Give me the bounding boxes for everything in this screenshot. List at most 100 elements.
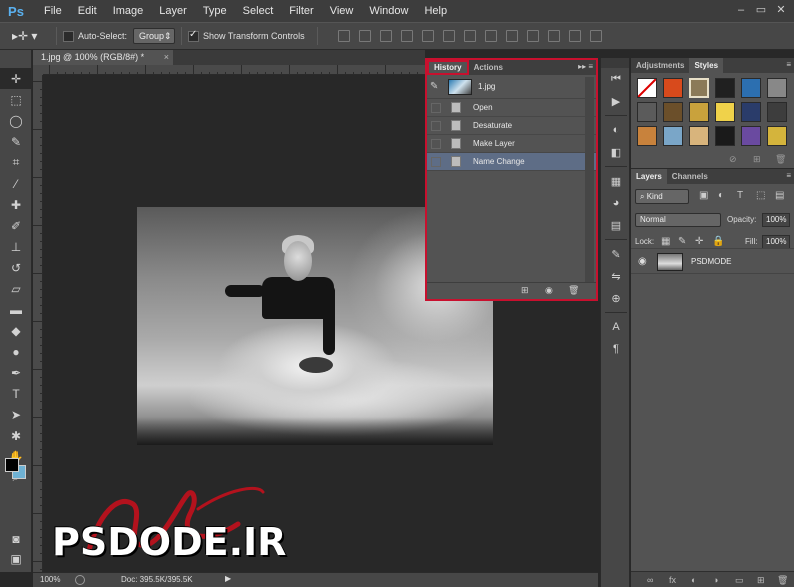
new-group-icon[interactable]: ▭ (735, 575, 744, 586)
distribute-vcenter-icon[interactable] (484, 30, 497, 42)
adjustments-panel-icon[interactable]: ◐ (601, 119, 631, 141)
panel-menu-icon[interactable]: ≡ (786, 60, 791, 69)
foreground-color-swatch[interactable] (5, 458, 19, 472)
blend-mode-dropdown[interactable]: Normal (635, 213, 721, 227)
style-swatch[interactable] (741, 78, 761, 98)
layer-comps-icon[interactable]: ▤ (601, 214, 631, 236)
menu-edit[interactable]: Edit (70, 0, 105, 22)
menu-layer[interactable]: Layer (151, 0, 195, 22)
style-swatch[interactable] (689, 102, 709, 122)
auto-select-checkbox[interactable] (63, 30, 74, 42)
layer-name[interactable]: PSDMODE (691, 257, 731, 266)
brush-presets-icon[interactable]: ✎ (601, 243, 631, 265)
layer-style-icon[interactable]: fx (669, 575, 676, 585)
history-source-checkbox[interactable] (431, 138, 441, 149)
horizontal-ruler[interactable] (43, 65, 425, 75)
distribute-hcenter-icon[interactable] (547, 30, 560, 42)
style-swatch[interactable] (715, 126, 735, 146)
align-bottom-icon[interactable] (379, 30, 392, 42)
menu-window[interactable]: Window (361, 0, 416, 22)
vertical-ruler[interactable] (33, 75, 43, 572)
auto-select-target-dropdown[interactable]: Group ⇕ (133, 28, 176, 44)
status-menu-arrow-icon[interactable]: ▶ (225, 574, 231, 583)
document-tab[interactable]: 1.jpg @ 100% (RGB/8#) * × (33, 50, 173, 65)
history-scrollbar[interactable] (585, 77, 594, 282)
tab-adjustments[interactable]: Adjustments (631, 58, 689, 73)
history-panel-icon[interactable]: ⏮ (601, 68, 631, 90)
style-swatch[interactable] (767, 102, 787, 122)
menu-help[interactable]: Help (416, 0, 455, 22)
brush-tool-icon[interactable]: ✐ (0, 215, 32, 236)
history-step[interactable]: Name Change (427, 153, 596, 171)
quick-select-tool-icon[interactable]: ✎ (0, 131, 32, 152)
type-tool-icon[interactable]: T (0, 383, 32, 404)
new-style-icon[interactable]: ⊞ (753, 154, 761, 165)
screen-mode-icon[interactable]: ▣ (0, 548, 32, 569)
clear-style-icon[interactable]: ⊘ (729, 154, 737, 165)
menu-type[interactable]: Type (195, 0, 235, 22)
masks-panel-icon[interactable]: ◧ (601, 141, 631, 163)
close-document-icon[interactable]: × (164, 50, 169, 65)
move-tool-icon[interactable]: ✛ (0, 68, 32, 89)
eraser-tool-icon[interactable]: ▱ (0, 278, 32, 299)
close-button[interactable]: ✕ (772, 2, 790, 18)
style-swatch[interactable] (663, 102, 683, 122)
custom-shape-tool-icon[interactable]: ✱ (0, 425, 32, 446)
style-swatch[interactable] (715, 78, 735, 98)
minimize-button[interactable]: – (732, 2, 750, 18)
gradient-tool-icon[interactable]: ▬ (0, 299, 32, 320)
align-horizontal-center-icon[interactable] (421, 30, 434, 42)
marquee-tool-icon[interactable]: ⬚ (0, 89, 32, 110)
panel-menu-icon[interactable]: ▸▸ ≡ (578, 62, 593, 71)
style-swatch[interactable] (689, 126, 709, 146)
quick-mask-icon[interactable]: ◙ (0, 528, 32, 549)
tab-layers[interactable]: Layers (631, 169, 667, 184)
menu-select[interactable]: Select (235, 0, 282, 22)
actions-panel-icon[interactable]: ▶ (601, 90, 631, 112)
menu-file[interactable]: File (36, 0, 70, 22)
zoom-level[interactable]: 100% (40, 575, 60, 584)
menu-view[interactable]: View (322, 0, 362, 22)
pen-tool-icon[interactable]: ✒ (0, 362, 32, 383)
restore-button[interactable]: ▭ (752, 2, 770, 18)
style-swatch[interactable] (637, 78, 657, 98)
align-vertical-center-icon[interactable] (358, 30, 371, 42)
distribute-top-icon[interactable] (463, 30, 476, 42)
eye-icon[interactable]: ◉ (638, 256, 647, 267)
style-swatch[interactable] (637, 102, 657, 122)
crop-tool-icon[interactable]: ⌗ (0, 152, 32, 173)
add-mask-icon[interactable]: ◐ (691, 575, 696, 585)
tab-history[interactable]: History (427, 60, 469, 75)
color-panel-icon[interactable]: ◕ (601, 192, 631, 214)
ruler-origin[interactable] (33, 65, 43, 75)
delete-layer-icon[interactable]: 🗑 (777, 575, 788, 586)
lock-image-pixels-icon[interactable]: ✎ (678, 236, 690, 247)
lock-position-icon[interactable]: ✛ (695, 236, 707, 247)
dodge-tool-icon[interactable]: ● (0, 341, 32, 362)
align-top-icon[interactable] (337, 30, 350, 42)
trash-icon[interactable]: 🗑 (568, 286, 579, 295)
style-swatch[interactable] (637, 126, 657, 146)
clone-stamp-tool-icon[interactable]: ⊥ (0, 236, 32, 257)
new-adjustment-layer-icon[interactable]: ◑ (713, 575, 718, 585)
layer-row[interactable]: ◉ PSDMODE (631, 248, 794, 274)
camera-icon[interactable]: ◉ (545, 286, 555, 295)
distribute-right-icon[interactable] (568, 30, 581, 42)
panel-menu-icon[interactable]: ≡ (786, 171, 791, 180)
new-document-from-state-icon[interactable]: ⊞ (521, 286, 531, 295)
tab-styles[interactable]: Styles (689, 58, 724, 73)
fill-input[interactable]: 100% (762, 235, 790, 249)
clone-source-icon[interactable]: ⊕ (601, 287, 631, 309)
delete-style-icon[interactable]: 🗑 (775, 154, 786, 165)
history-source-checkbox[interactable] (431, 102, 441, 113)
menu-image[interactable]: Image (105, 0, 152, 22)
history-source-checkbox[interactable] (431, 120, 441, 131)
healing-brush-tool-icon[interactable]: ✚ (0, 194, 32, 215)
style-swatch[interactable] (741, 102, 761, 122)
menu-filter[interactable]: Filter (281, 0, 321, 22)
history-step[interactable]: Make Layer (427, 135, 596, 153)
history-brush-tool-icon[interactable]: ↺ (0, 257, 32, 278)
distribute-bottom-icon[interactable] (505, 30, 518, 42)
tab-actions[interactable]: Actions (469, 60, 508, 75)
history-brush-source-icon[interactable]: ✎ (430, 81, 444, 92)
